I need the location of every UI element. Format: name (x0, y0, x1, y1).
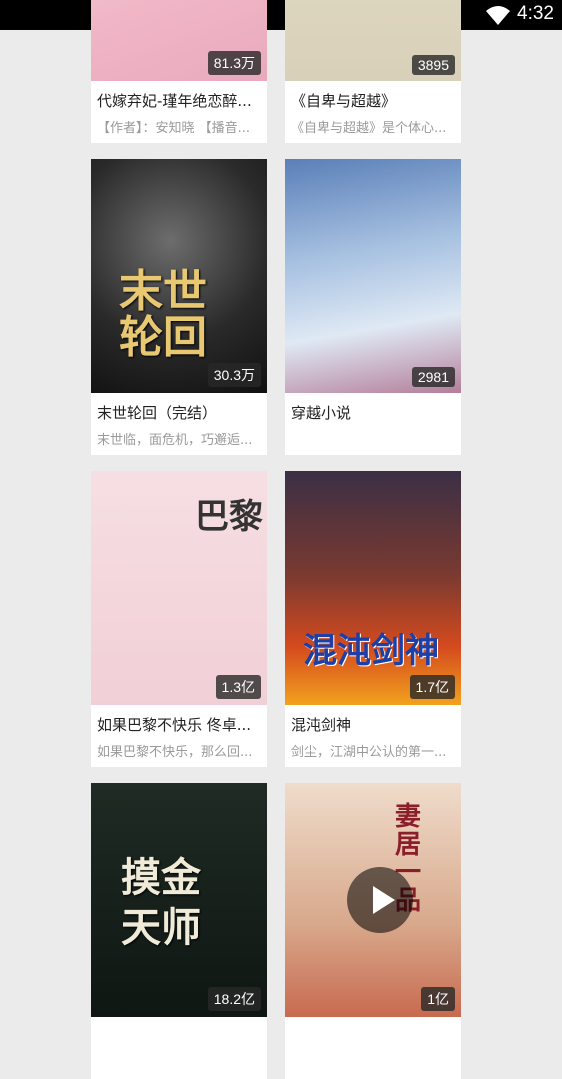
status-bar: 4:32 (0, 0, 562, 30)
play-count-badge: 18.2亿 (207, 987, 261, 1011)
wifi-icon (486, 6, 510, 25)
book-card[interactable]: 妻居一品 1亿 (285, 783, 461, 1079)
book-description: 剑尘，江湖中公认的第一... (291, 745, 447, 760)
play-count-badge: 1.3亿 (215, 675, 261, 699)
book-title: 末世轮回（完结） (97, 404, 218, 422)
book-title: 代嫁弃妃-瑾年绝恋醉... (97, 92, 252, 110)
book-card[interactable]: 混沌剑神 1.7亿 混沌剑神 剑尘，江湖中公认的第一... (285, 471, 461, 767)
play-count-badge: 2981 (411, 367, 455, 387)
book-title: 《自卑与超越》 (291, 92, 397, 110)
book-description: 末世临，面危机，巧邂逅... (97, 433, 253, 448)
book-cover: 混沌剑神 1.7亿 (285, 471, 461, 705)
book-card[interactable]: 巴黎 1.3亿 如果巴黎不快乐 佟卓... 如果巴黎不快乐，那么回... (91, 471, 267, 767)
book-card[interactable]: 3895 《自卑与超越》 《自卑与超越》是个体心... (285, 0, 461, 143)
cover-title-art: 摸金天师 (121, 854, 201, 951)
book-card[interactable]: 摸金天师 18.2亿 (91, 783, 267, 1079)
book-title: 如果巴黎不快乐 佟卓... (97, 716, 252, 734)
book-description: 《自卑与超越》是个体心... (291, 121, 447, 136)
clock: 4:32 (517, 3, 554, 24)
play-count-badge: 3895 (411, 55, 455, 75)
book-title: 穿越小说 (291, 404, 352, 422)
book-cover: 摸金天师 18.2亿 (91, 783, 267, 1017)
book-title: 混沌剑神 (291, 716, 352, 734)
book-cover: 2981 (285, 159, 461, 393)
cover-title-art: 末世轮回 (119, 266, 207, 363)
play-button[interactable] (347, 867, 413, 933)
play-count-badge: 30.3万 (207, 363, 261, 387)
book-card[interactable]: 2981 穿越小说 (285, 159, 461, 455)
book-cover: 81.3万 (91, 0, 267, 81)
cover-title-art: 混沌剑神 (303, 631, 439, 671)
book-description: 如果巴黎不快乐，那么回... (97, 745, 253, 760)
book-cover: 巴黎 1.3亿 (91, 471, 267, 705)
play-count-badge: 1.7亿 (409, 675, 455, 699)
cover-title-art: 巴黎 (195, 497, 263, 537)
book-cover: 妻居一品 1亿 (285, 783, 461, 1017)
book-card[interactable]: 末世轮回 30.3万 末世轮回（完结） 末世临，面危机，巧邂逅... (91, 159, 267, 455)
play-count-badge: 1亿 (421, 987, 455, 1011)
play-count-badge: 81.3万 (207, 51, 261, 75)
book-description: 【作者】：安知晓 【播音... (97, 121, 251, 136)
book-cover: 末世轮回 30.3万 (91, 159, 267, 393)
book-card[interactable]: 81.3万 代嫁弃妃-瑾年绝恋醉... 【作者】：安知晓 【播音... (91, 0, 267, 143)
book-cover: 3895 (285, 0, 461, 81)
